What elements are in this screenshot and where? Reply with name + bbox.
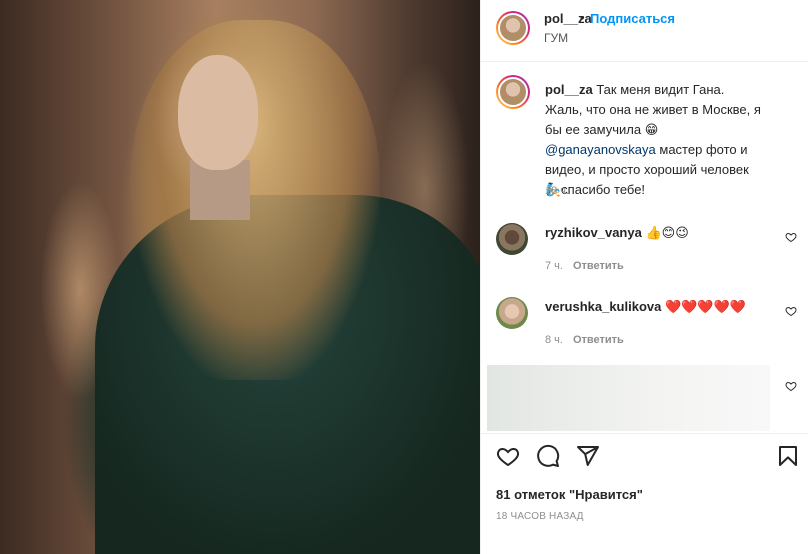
comment-like-heart-icon[interactable] xyxy=(785,305,797,317)
post-photo[interactable] xyxy=(0,0,480,554)
caption-mention-link[interactable]: @ganayanovskaya xyxy=(545,142,656,157)
comment-username[interactable]: verushka_kulikova xyxy=(545,299,661,314)
caption-avatar[interactable] xyxy=(496,75,530,109)
photo-hair xyxy=(130,20,380,380)
follow-button[interactable]: Подписаться xyxy=(590,11,675,26)
commenter-avatar[interactable] xyxy=(496,223,528,255)
comment-meta: 8 ч. Ответить xyxy=(545,334,624,346)
comment-username[interactable]: ryzhikov_vanya xyxy=(545,225,642,240)
likes-count[interactable]: 81 отметок "Нравится" xyxy=(496,487,643,502)
reply-button[interactable]: Ответить xyxy=(573,334,624,346)
comment-icon[interactable] xyxy=(536,444,560,468)
blurred-comment xyxy=(487,365,770,431)
comment-text: verushka_kulikova ❤️❤️❤️❤️❤️ xyxy=(545,299,746,315)
post-timestamp[interactable]: 18 ЧАСОВ НАЗАД xyxy=(496,511,584,522)
caption: pol__za Так меня видит Гана. Жаль, что о… xyxy=(545,80,765,200)
comment-time[interactable]: 8 ч. xyxy=(545,334,563,346)
comment-item: ryzhikov_vanya 👍😊😉 7 ч. Ответить xyxy=(481,223,808,283)
comment-meta: 7 ч. Ответить xyxy=(545,260,624,272)
comment-body: 👍😊😉 xyxy=(645,225,689,240)
comment-item: verushka_kulikova ❤️❤️❤️❤️❤️ 8 ч. Ответит… xyxy=(481,297,808,357)
location-link[interactable]: ГУМ xyxy=(544,31,568,45)
caption-timestamp[interactable]: 18 ч. xyxy=(545,185,569,197)
comment-text: ryzhikov_vanya 👍😊😉 xyxy=(545,225,689,241)
comment-body: ❤️❤️❤️❤️❤️ xyxy=(664,299,746,314)
bookmark-icon[interactable] xyxy=(776,444,800,468)
caption-username[interactable]: pol__za xyxy=(545,82,593,97)
share-icon[interactable] xyxy=(576,444,600,468)
comment-time[interactable]: 7 ч. xyxy=(545,260,563,272)
reply-button[interactable]: Ответить xyxy=(573,260,624,272)
separator-dot: • xyxy=(580,10,585,25)
comment-like-heart-icon[interactable] xyxy=(785,231,797,243)
photo-face xyxy=(178,55,258,170)
heart-icon[interactable] xyxy=(496,444,520,468)
author-avatar[interactable] xyxy=(496,11,530,45)
comment-like-heart-icon[interactable] xyxy=(785,380,797,392)
commenter-avatar[interactable] xyxy=(496,297,528,329)
post-actions: 81 отметок "Нравится" 18 ЧАСОВ НАЗАД xyxy=(481,433,808,548)
post-header: pol__za • Подписаться ГУМ xyxy=(481,0,808,62)
